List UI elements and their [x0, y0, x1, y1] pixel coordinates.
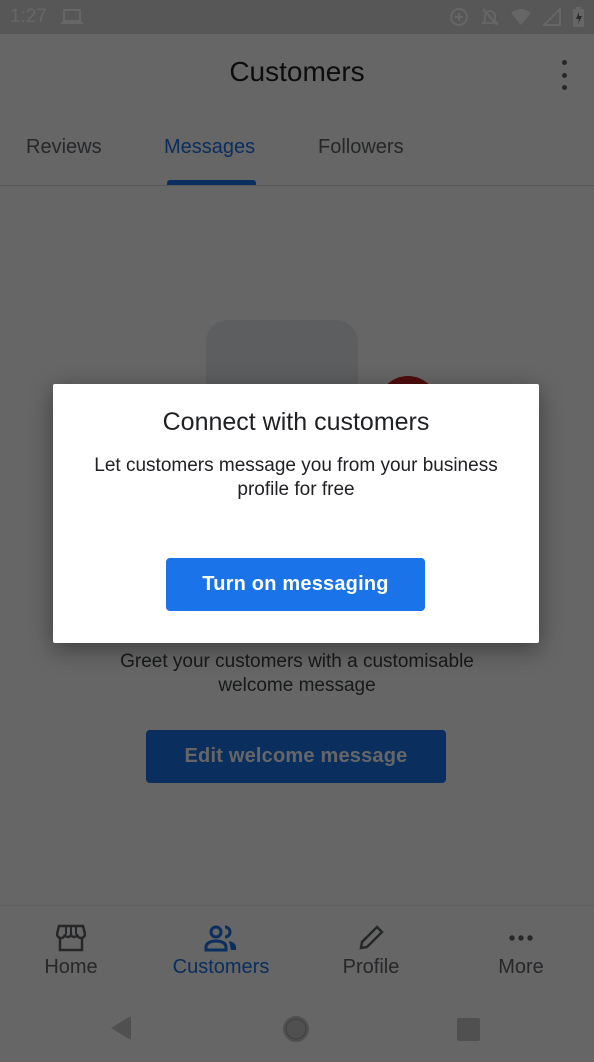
screen: 1:27 Customers	[0, 0, 594, 1062]
dialog-body: Let customers message you from your busi…	[94, 455, 498, 500]
turn-on-messaging-button[interactable]: Turn on messaging	[166, 558, 425, 611]
dialog-title: Connect with customers	[162, 408, 430, 436]
connect-dialog: Connect with customers Let customers mes…	[53, 384, 539, 643]
